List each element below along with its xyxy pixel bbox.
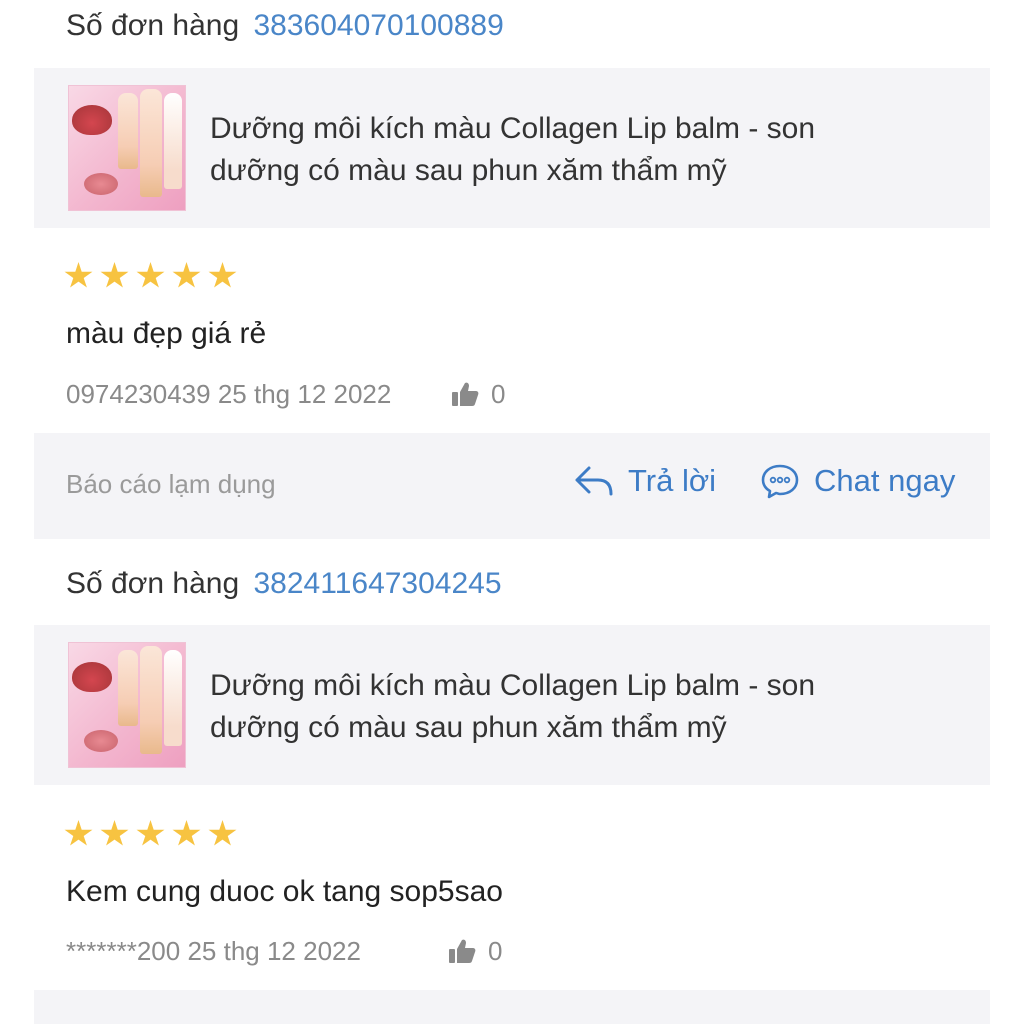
review-meta: *******200 25 thg 12 2022 bbox=[66, 934, 361, 968]
review-date: 25 thg 12 2022 bbox=[217, 379, 392, 409]
lip-image bbox=[72, 105, 112, 135]
order-label: Số đơn hàng bbox=[66, 9, 240, 42]
reply-label: Trả lời bbox=[628, 463, 717, 498]
star-icon bbox=[100, 262, 129, 288]
lip-image bbox=[72, 662, 112, 692]
star-icon bbox=[64, 262, 93, 288]
order-number[interactable]: 383604070100889 bbox=[254, 9, 504, 42]
star-icon bbox=[172, 820, 201, 846]
tube-image bbox=[164, 93, 182, 189]
star-icon bbox=[208, 262, 237, 288]
tube-image bbox=[140, 89, 162, 197]
reply-arrow-icon bbox=[575, 466, 613, 496]
like-button[interactable]: 0 bbox=[448, 934, 502, 968]
report-abuse-link[interactable]: Báo cáo lạm dụng bbox=[66, 469, 276, 500]
star-icon bbox=[136, 820, 165, 846]
reply-button[interactable]: Trả lời bbox=[574, 463, 716, 499]
reviewer-name: *******200 bbox=[66, 936, 181, 966]
lip-image bbox=[84, 730, 118, 752]
rating-stars bbox=[64, 820, 237, 848]
review-date: 25 thg 12 2022 bbox=[187, 936, 361, 966]
reviewer-name: 0974230439 bbox=[66, 379, 211, 409]
thumbs-up-icon bbox=[449, 939, 476, 963]
order-line: Số đơn hàng 382411647304245 bbox=[66, 564, 502, 604]
next-card-partial bbox=[34, 990, 990, 1024]
thumbs-up-icon bbox=[452, 382, 479, 406]
review-meta: 0974230439 25 thg 12 2022 bbox=[66, 377, 391, 411]
action-bar: Báo cáo lạm dụng Trả lời Chat ngay bbox=[34, 433, 990, 539]
order-label: Số đơn hàng bbox=[66, 567, 240, 600]
order-line: Số đơn hàng 383604070100889 bbox=[66, 6, 504, 46]
star-icon bbox=[136, 262, 165, 288]
product-title: Dưỡng môi kích màu Collagen Lip balm - s… bbox=[210, 112, 816, 187]
star-icon bbox=[208, 820, 237, 846]
tube-image bbox=[140, 646, 162, 754]
like-button[interactable]: 0 bbox=[451, 377, 505, 411]
rating-stars bbox=[64, 262, 237, 290]
chat-button[interactable]: Chat ngay bbox=[760, 463, 955, 499]
tube-image bbox=[118, 650, 138, 726]
star-icon bbox=[172, 262, 201, 288]
review-comment: màu đẹp giá rẻ bbox=[66, 317, 267, 350]
review-comment: Kem cung duoc ok tang sop5sao bbox=[66, 875, 503, 908]
tube-image bbox=[118, 93, 138, 169]
star-icon bbox=[64, 820, 93, 846]
order-number[interactable]: 382411647304245 bbox=[254, 567, 502, 600]
chat-bubble-icon bbox=[761, 464, 799, 499]
chat-label: Chat ngay bbox=[814, 463, 956, 498]
lip-image bbox=[84, 173, 118, 195]
product-thumbnail bbox=[68, 642, 186, 768]
like-count: 0 bbox=[491, 379, 506, 409]
like-count: 0 bbox=[488, 936, 503, 966]
product-card[interactable]: Dưỡng môi kích màu Collagen Lip balm - s… bbox=[34, 68, 990, 228]
product-title: Dưỡng môi kích màu Collagen Lip balm - s… bbox=[210, 669, 816, 744]
star-icon bbox=[100, 820, 129, 846]
product-card[interactable]: Dưỡng môi kích màu Collagen Lip balm - s… bbox=[34, 625, 990, 785]
tube-image bbox=[164, 650, 182, 746]
product-thumbnail bbox=[68, 85, 186, 211]
